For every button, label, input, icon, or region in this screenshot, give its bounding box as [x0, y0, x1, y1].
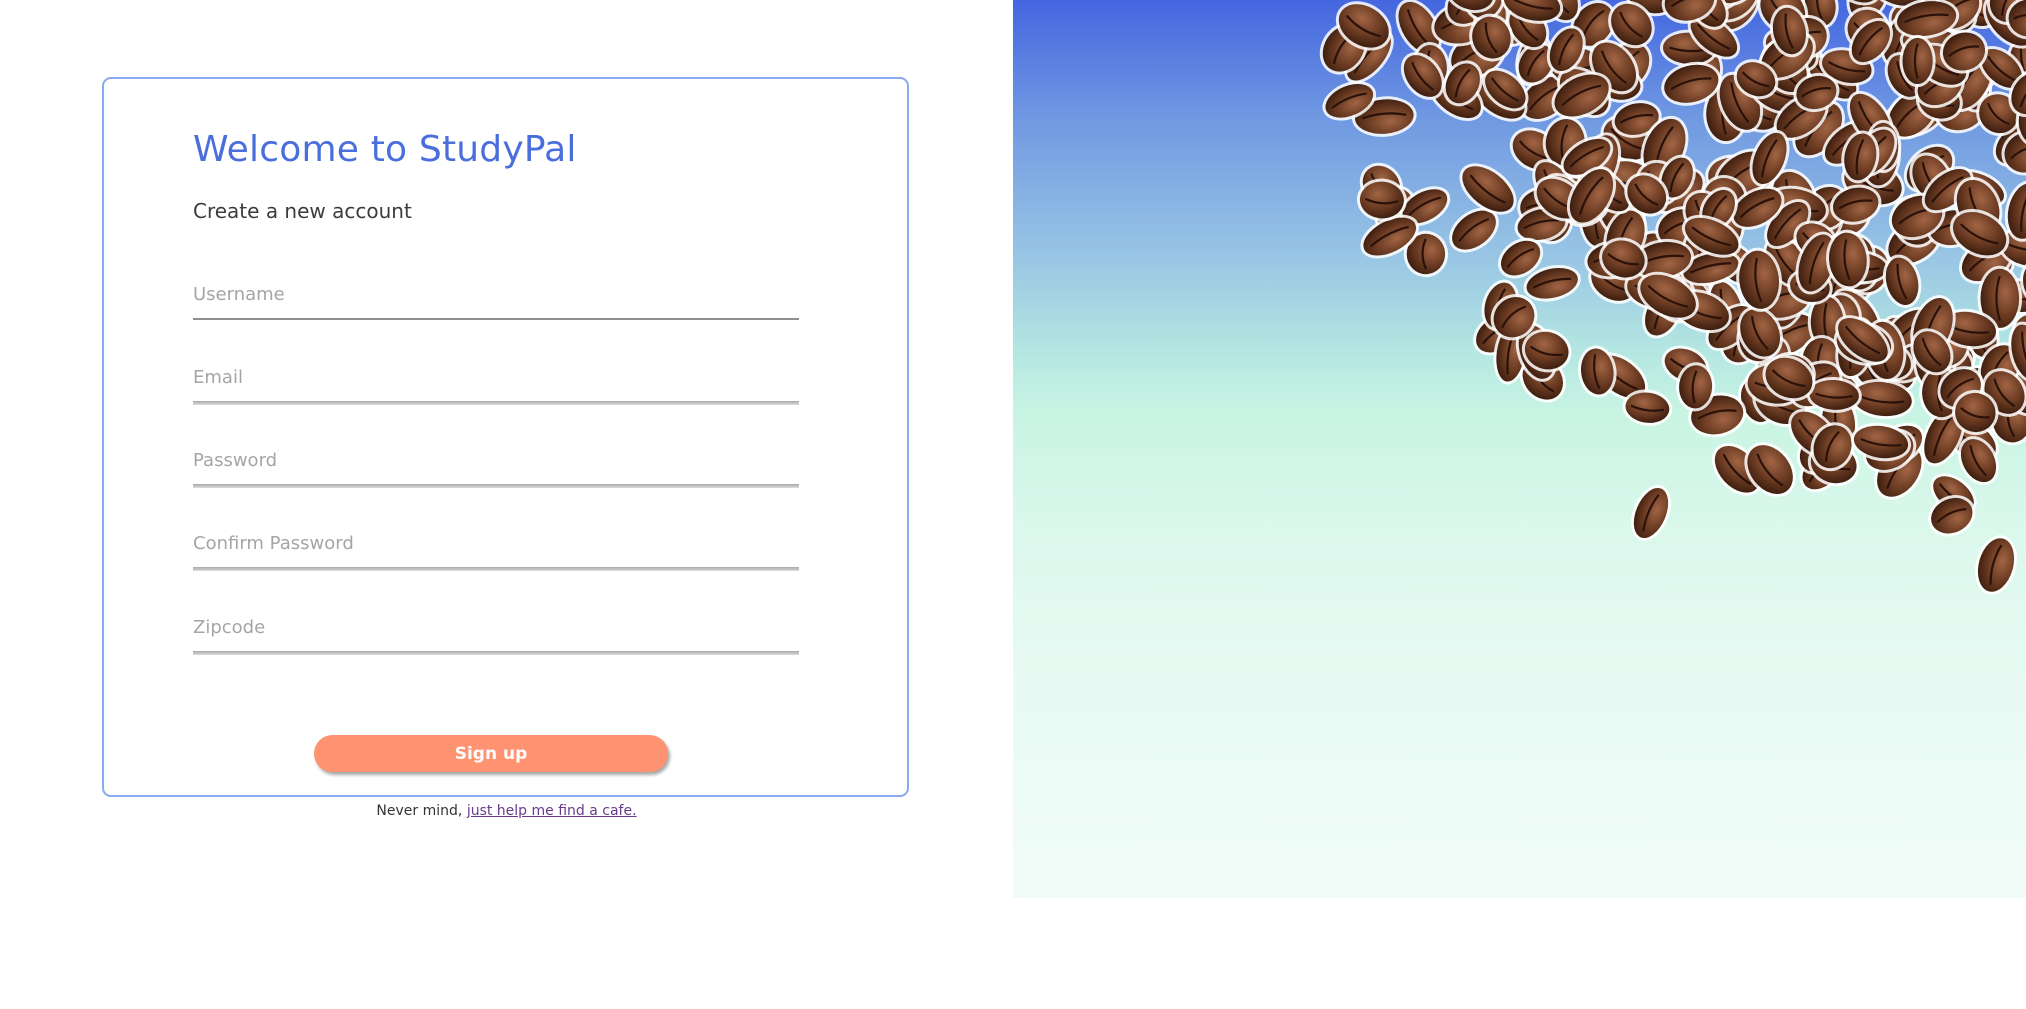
email-underline: [193, 401, 799, 405]
username-underline: [193, 318, 799, 320]
password-underline: [193, 484, 799, 488]
username-field: [193, 272, 799, 324]
hero-bottom-space: [1013, 898, 2026, 1009]
page-title: Welcome to StudyPal: [193, 129, 577, 170]
email-input[interactable]: [193, 355, 799, 399]
page: Welcome to StudyPal Create a new account: [0, 0, 2026, 1009]
confirm-password-input[interactable]: [193, 521, 799, 565]
signup-panel: Welcome to StudyPal Create a new account: [0, 0, 1013, 1009]
username-input[interactable]: [193, 272, 799, 316]
footer-prefix: Never mind,: [376, 803, 467, 819]
find-cafe-link[interactable]: just help me find a cafe.: [467, 803, 637, 819]
signup-card: Welcome to StudyPal Create a new account: [102, 77, 909, 797]
email-field: [193, 355, 799, 407]
coffee-bean: [1899, 34, 1936, 88]
password-input[interactable]: [193, 438, 799, 482]
sign-up-button[interactable]: Sign up: [314, 735, 668, 772]
confirm-password-field: [193, 521, 799, 573]
footer-note: Never mind, just help me find a cafe.: [0, 803, 1013, 819]
zipcode-underline: [193, 651, 799, 655]
coffee-beans-illustration: [1319, 0, 2026, 595]
coffee-bean: [1974, 535, 2018, 595]
zipcode-input[interactable]: [193, 605, 799, 649]
password-field: [193, 438, 799, 490]
zipcode-field: [193, 605, 799, 657]
page-subtitle: Create a new account: [193, 199, 412, 223]
coffee-bean: [1630, 485, 1672, 541]
hero-image: [1013, 0, 2026, 898]
confirm-password-underline: [193, 567, 799, 571]
